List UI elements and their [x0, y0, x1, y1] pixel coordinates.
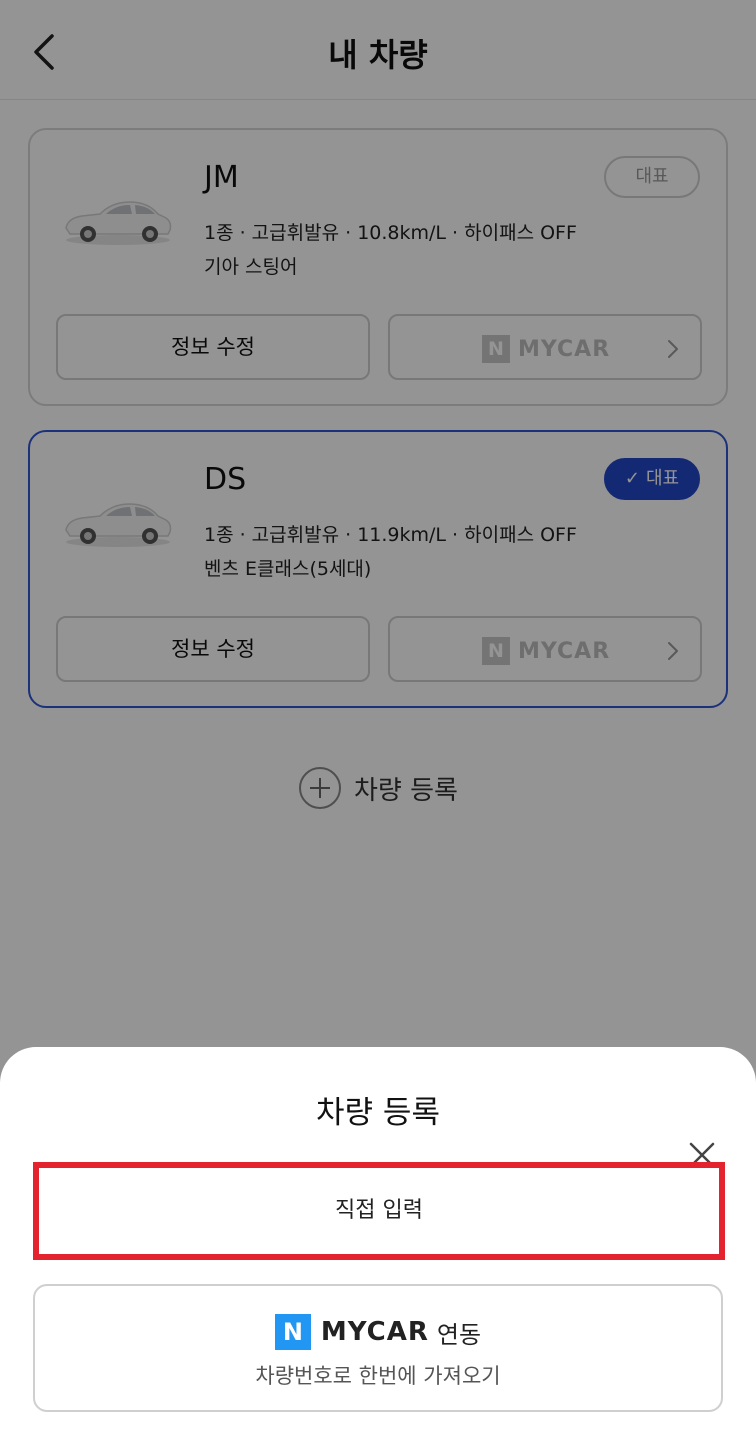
mycar-link-row: N MYCAR 연동 — [35, 1314, 721, 1350]
mycar-subtitle: 차량번호로 한번에 가져오기 — [255, 1364, 501, 1388]
mycar-link-button[interactable]: N MYCAR 연동 차량번호로 한번에 가져오기 — [33, 1284, 723, 1412]
bottom-sheet: 차량 등록 직접 입력 N MYCAR 연동 차량번호로 한번에 가져오기 — [0, 1047, 756, 1446]
naver-n-icon: N — [274, 1314, 311, 1350]
sheet-title: 차량 등록 — [316, 1095, 440, 1131]
mycar-link-word: 연동 — [436, 1320, 482, 1349]
manual-input-button[interactable]: 직접 입력 — [33, 1162, 725, 1260]
mycar-brand: MYCAR — [320, 1317, 429, 1347]
